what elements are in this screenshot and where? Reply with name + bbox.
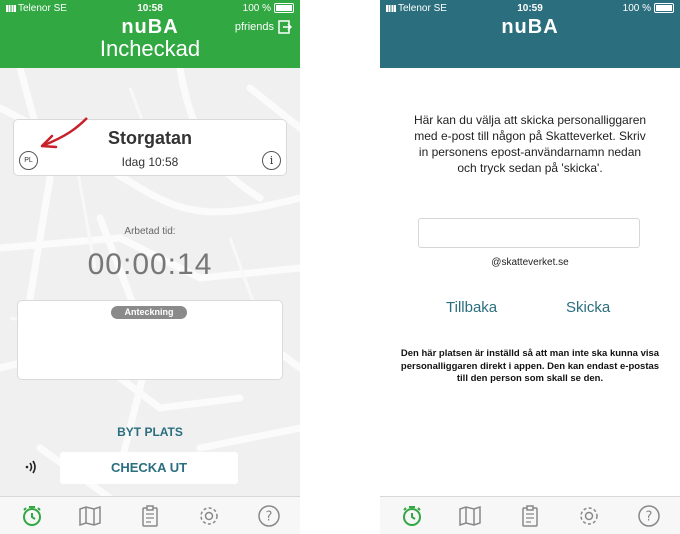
red-arrow-annotation [40,117,88,149]
battery-label: 100 % [623,3,674,14]
gear-icon[interactable] [577,504,601,528]
user-logout-link[interactable]: pfriends [235,20,292,34]
battery-icon [274,3,294,14]
checked-in-screen: Telenor SE 10:58 100 % nuBA Incheckad pf… [0,0,300,534]
email-domain-label: @skatteverket.se [491,257,569,268]
battery-label: 100 % [243,3,294,14]
map-icon[interactable] [458,504,482,528]
nfc-icon[interactable] [24,459,40,475]
app-header: Telenor SE 10:58 100 % nuBA Incheckad pf… [0,0,300,68]
location-card[interactable]: Storgatan Idag 10:58 PL i [13,117,287,176]
help-icon[interactable]: ? [257,504,281,528]
svg-text:?: ? [646,510,653,525]
back-button[interactable]: Tillbaka [446,299,497,316]
email-username-input[interactable] [418,218,640,248]
username-label: pfriends [234,21,274,33]
worked-time-label: Arbetad tid: [124,226,176,237]
map-icon[interactable] [78,504,102,528]
info-icon[interactable]: i [262,151,281,170]
note-box[interactable]: Anteckning [17,300,283,380]
app-header: Telenor SE 10:59 100 % nuBA [380,0,680,68]
restriction-notice: Den här platsen är inställd så att man i… [400,348,660,384]
note-label: Anteckning [111,306,187,319]
tab-bar: ? [0,496,300,534]
nuba-logo: nuBA [501,16,559,38]
logout-icon [278,20,292,34]
send-instructions: Här kan du välja att skicka personalligg… [413,113,647,175]
send-ledger-screen: Telenor SE 10:59 100 % nuBA Här kan du v… [380,0,680,534]
battery-icon [654,3,674,14]
checkin-status-title: Incheckad [99,36,201,61]
clock-icon[interactable] [20,504,44,528]
tab-bar: ? [380,496,680,534]
clipboard-icon[interactable] [518,504,542,528]
clock-icon[interactable] [400,504,424,528]
help-icon[interactable]: ? [637,504,661,528]
checkout-button[interactable]: CHECKA UT [60,452,238,484]
change-place-button[interactable]: BYT PLATS [0,425,300,439]
send-button[interactable]: Skicka [566,299,610,316]
svg-text:?: ? [266,510,273,525]
checkin-time: Idag 10:58 [121,155,179,169]
worked-time-timer: 00:00:14 [87,248,213,281]
clipboard-icon[interactable] [138,504,162,528]
gear-icon[interactable] [197,504,221,528]
